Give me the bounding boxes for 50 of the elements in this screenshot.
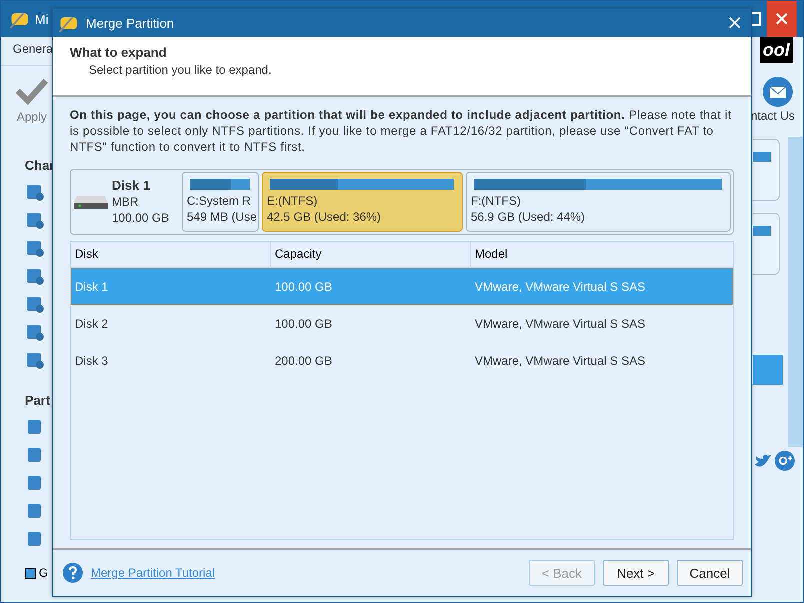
disk-size: 100.00 GB — [112, 210, 170, 226]
disk-card[interactable] — [753, 139, 780, 201]
table-cell-text: VMware, VMware Virtual S SAS — [474, 280, 647, 294]
partition-name: C:System R — [187, 193, 252, 209]
table-cell-text: 200.00 GB — [274, 354, 334, 368]
app-title: Mi — [35, 12, 49, 26]
table-cell-text: VMware, VMware Virtual S SAS — [474, 316, 647, 330]
partition-block[interactable]: E:(NTFS) 42.5 GB (Used: 36%) — [262, 172, 463, 232]
legend-swatch — [25, 568, 36, 578]
check-icon — [15, 76, 49, 106]
section-heading: Part — [25, 393, 50, 408]
partition-size: 56.9 GB (Used: 44%) — [471, 209, 586, 225]
dialog-button[interactable]: Next > — [603, 560, 669, 586]
dialog-button[interactable]: Cancel — [677, 560, 743, 586]
dialog-title: Merge Partition — [86, 16, 174, 30]
legend-label: G — [39, 566, 48, 580]
column-header[interactable]: Disk — [71, 242, 271, 267]
close-icon — [776, 13, 788, 25]
apply-button[interactable]: Apply — [1, 66, 49, 144]
table-cell-text: VMware, VMware Virtual S SAS — [474, 354, 647, 368]
disk-type: MBR — [112, 194, 140, 210]
partition-block[interactable]: F:(NTFS) 56.9 GB (Used: 44%) — [466, 172, 731, 232]
partition-name: E:(NTFS) — [267, 193, 319, 209]
column-header[interactable]: Model — [471, 242, 733, 267]
table-cell-text: Disk 2 — [74, 316, 110, 330]
section-heading: Char — [25, 158, 55, 173]
disk-card[interactable] — [753, 213, 780, 275]
partition-name: F:(NTFS) — [471, 193, 522, 209]
partition-size: 42.5 GB (Used: 36%) — [267, 209, 382, 225]
header-subtitle: Select partition you like to expand. — [89, 63, 273, 77]
logo: ool — [760, 37, 793, 63]
table-cell-text: 100.00 GB — [274, 280, 334, 294]
disk-name: Disk 1 — [112, 178, 152, 194]
close-icon[interactable] — [729, 17, 741, 29]
column-header[interactable]: Capacity — [271, 242, 471, 267]
partition-block[interactable]: C:System R 549 MB (Use — [182, 172, 259, 232]
table-row[interactable]: Disk 2 100.00 GB VMware, VMware Virtual S SAS — [71, 305, 733, 342]
table-cell-text: Disk 3 — [74, 354, 110, 368]
table-row[interactable]: Disk 3 200.00 GB VMware, VMware Virtual S SAS — [71, 342, 733, 379]
close-button[interactable] — [767, 1, 797, 37]
partition-size: 549 MB (Use — [187, 209, 254, 225]
header-title: What to expand — [70, 45, 168, 60]
mail-icon[interactable] — [763, 77, 793, 107]
scrollbar[interactable] — [788, 137, 803, 447]
hard-drive-icon — [73, 194, 109, 210]
table-cell-text: 100.00 GB — [274, 316, 334, 330]
description-text: On this page, you can choose a partition that will be expanded to include adjacent partition. Please note that it is possible to select only NTFS partitions. If you like to merge a FAT12/16/32 partition, please use "Convert FAT to NTFS" function to convert it to NTFS first. — [70, 107, 733, 155]
help-icon[interactable] — [63, 563, 83, 583]
table-cell-text: Disk 1 — [74, 280, 110, 294]
contact-label[interactable]: ntact Us — [750, 109, 795, 123]
